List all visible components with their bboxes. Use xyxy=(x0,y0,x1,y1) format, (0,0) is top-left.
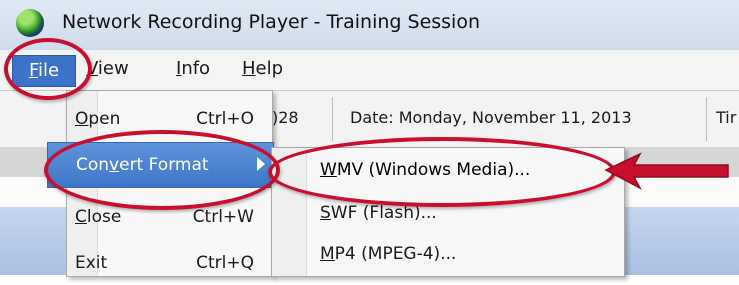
window-title: Network Recording Player - Training Sess… xyxy=(62,11,480,33)
callout-oval-convert xyxy=(44,130,280,210)
app-globe-icon xyxy=(16,9,44,37)
shortcut-close: Ctrl+W xyxy=(192,207,254,227)
menu-item-mp4[interactable]: MP4 (MPEG-4)... xyxy=(272,234,624,274)
menu-info[interactable]: Info xyxy=(176,58,210,79)
title-bar: Network Recording Player - Training Sess… xyxy=(0,0,739,50)
callout-oval-wmv xyxy=(268,137,616,207)
shortcut-exit: Ctrl+Q xyxy=(196,253,254,273)
menu-item-exit[interactable]: Exit Ctrl+Q xyxy=(67,241,272,285)
session-date: Date: Monday, November 11, 2013 xyxy=(350,108,632,127)
session-id-fragment: )28 xyxy=(272,108,299,127)
menu-view[interactable]: View xyxy=(86,58,129,79)
menu-help[interactable]: Help xyxy=(242,58,283,79)
menu-bar: File View Info Help xyxy=(0,50,739,90)
callout-arrow-icon xyxy=(604,152,729,190)
toolbar-separator xyxy=(706,97,707,141)
shortcut-open: Ctrl+O xyxy=(196,109,254,129)
callout-oval-file xyxy=(4,38,92,100)
session-time-fragment: Tir xyxy=(716,108,737,127)
toolbar-separator xyxy=(332,97,333,141)
